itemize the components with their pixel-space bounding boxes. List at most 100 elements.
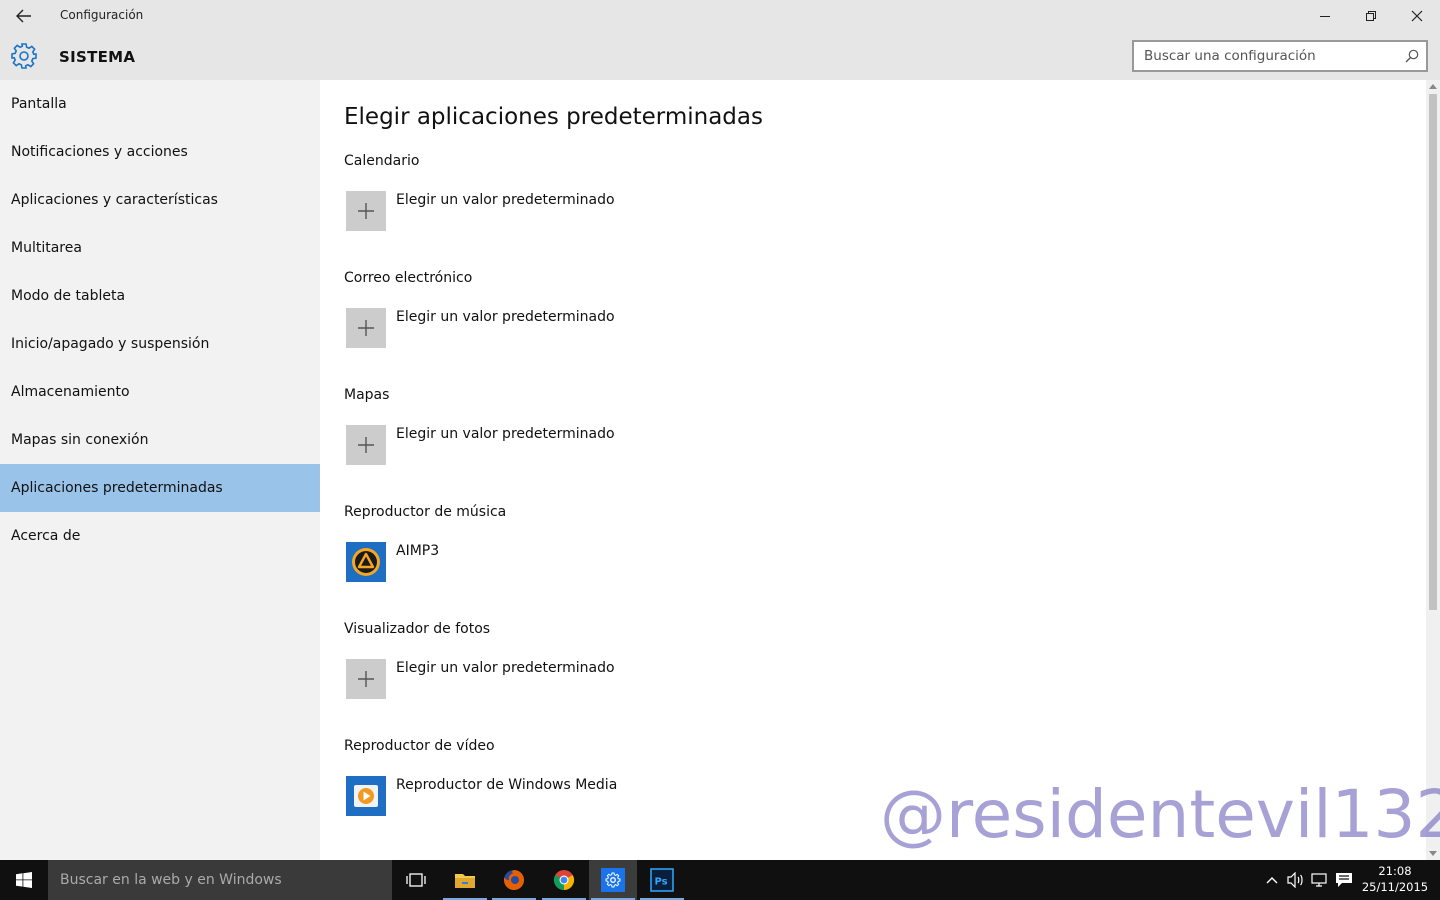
scroll-up-button[interactable] [1426,80,1440,92]
close-button[interactable] [1394,0,1440,32]
minimize-button[interactable] [1302,0,1348,32]
default-app-label: Elegir un valor predeterminado [396,192,615,208]
section-label-video: Reproductor de vídeo [344,738,495,754]
sidebar-item-multitarea[interactable]: Multitarea [0,224,320,272]
sidebar-item-label: Pantalla [11,96,67,112]
plus-tile[interactable] [346,659,386,699]
sidebar-item-modo-tableta[interactable]: Modo de tableta [0,272,320,320]
taskbar-search-input[interactable] [48,860,392,900]
tray-volume-button[interactable] [1286,870,1306,890]
file-explorer-icon [455,874,475,888]
close-icon [1411,10,1423,22]
aimp-icon [352,548,380,576]
network-icon [1311,873,1327,887]
taskbar-clock[interactable]: 21:08 25/11/2015 [1360,863,1430,895]
section-label-musica: Reproductor de música [344,504,507,520]
plus-icon [358,320,374,336]
settings-icon [605,872,621,888]
sidebar-item-aplicaciones[interactable]: Aplicaciones y características [0,176,320,224]
sidebar-item-acerca-de[interactable]: Acerca de [0,512,320,560]
default-app-label: Elegir un valor predeterminado [396,309,615,325]
clock-date: 25/11/2015 [1361,880,1429,894]
sidebar-item-label: Modo de tableta [11,288,126,304]
default-app-label: Elegir un valor predeterminado [396,660,615,676]
section-label-calendario: Calendario [344,153,420,169]
main-content: Elegir aplicaciones predeterminadas Cale… [320,80,1426,860]
section-label-fotos: Visualizador de fotos [344,621,491,637]
default-app-fotos[interactable]: Elegir un valor predeterminado [346,659,615,699]
svg-text:Ps: Ps [655,877,668,888]
back-arrow-icon [16,9,31,23]
search-icon[interactable] [1404,48,1420,64]
sidebar-item-pantalla[interactable]: Pantalla [0,80,320,128]
windows-media-player-tile[interactable] [346,776,386,816]
default-app-musica[interactable]: AIMP3 [346,542,439,582]
clock-time: 21:08 [1378,864,1412,878]
taskbar-photoshop[interactable]: Ps [638,860,686,900]
maximize-icon [1366,11,1376,21]
page-title: Elegir aplicaciones predeterminadas [344,104,763,130]
settings-search-input[interactable] [1134,42,1396,70]
sidebar-item-label: Mapas sin conexión [11,432,149,448]
tray-network-button[interactable] [1310,870,1330,890]
taskbar: Ps 21:08 25/11/2015 [0,860,1440,900]
tray-action-center-button[interactable] [1334,870,1354,890]
aimp-tile[interactable] [346,542,386,582]
plus-tile[interactable] [346,425,386,465]
default-app-label: Elegir un valor predeterminado [396,426,615,442]
photoshop-icon: Ps [650,868,674,892]
tray-chevron-button[interactable] [1262,870,1282,890]
sidebar-item-aplicaciones-predeterminadas[interactable]: Aplicaciones predeterminadas [0,464,320,512]
window-title: Configuración [60,8,144,22]
action-center-icon [1336,873,1352,887]
settings-header: SISTEMA [0,32,1440,80]
section-label-mapas: Mapas [344,387,390,403]
default-app-label: Reproductor de Windows Media [396,777,618,793]
plus-tile[interactable] [346,308,386,348]
sidebar-nav: Pantalla Notificaciones y acciones Aplic… [0,80,320,860]
taskbar-search[interactable] [48,860,392,900]
scroll-thumb[interactable] [1429,94,1437,610]
task-view-icon [406,873,426,887]
section-label-correo: Correo electrónico [344,270,473,286]
default-app-mapas[interactable]: Elegir un valor predeterminado [346,425,615,465]
chevron-up-icon [1266,877,1278,884]
taskbar-file-explorer[interactable] [441,860,489,900]
back-button[interactable] [8,2,40,30]
taskbar-firefox[interactable] [490,860,538,900]
plus-icon [358,671,374,687]
taskbar-chrome[interactable] [540,860,588,900]
windows-media-player-icon [354,785,378,807]
content-scrollbar[interactable] [1426,80,1440,860]
plus-icon [358,203,374,219]
chrome-icon [553,870,575,891]
watermark-text: @residentevil1327 T! [880,776,1440,853]
start-button[interactable] [0,860,48,900]
scroll-up-icon [1429,84,1437,89]
windows-logo-icon [16,872,32,888]
sidebar-item-label: Acerca de [11,528,81,544]
sidebar-item-label: Aplicaciones y características [11,192,218,208]
sidebar-item-notificaciones[interactable]: Notificaciones y acciones [0,128,320,176]
minimize-icon [1320,16,1330,17]
sidebar-item-label: Almacenamiento [11,384,130,400]
sidebar-item-inicio-apagado[interactable]: Inicio/apagado y suspensión [0,320,320,368]
default-app-label: AIMP3 [396,543,440,559]
volume-icon [1287,872,1303,888]
sidebar-item-mapas-sin-conexion[interactable]: Mapas sin conexión [0,416,320,464]
maximize-button[interactable] [1348,0,1394,32]
task-view-button[interactable] [392,860,440,900]
taskbar-settings[interactable] [589,860,637,900]
default-app-correo[interactable]: Elegir un valor predeterminado [346,308,615,348]
settings-tile [601,868,625,892]
sidebar-item-almacenamiento[interactable]: Almacenamiento [0,368,320,416]
settings-search[interactable] [1132,40,1428,72]
sidebar-item-label: Multitarea [11,240,82,256]
firefox-icon [504,870,524,890]
default-app-video[interactable]: Reproductor de Windows Media [346,776,617,816]
title-bar: Configuración [0,0,1440,32]
gear-icon [11,43,37,69]
default-app-calendario[interactable]: Elegir un valor predeterminado [346,191,615,231]
plus-tile[interactable] [346,191,386,231]
sidebar-item-label: Aplicaciones predeterminadas [11,480,223,496]
